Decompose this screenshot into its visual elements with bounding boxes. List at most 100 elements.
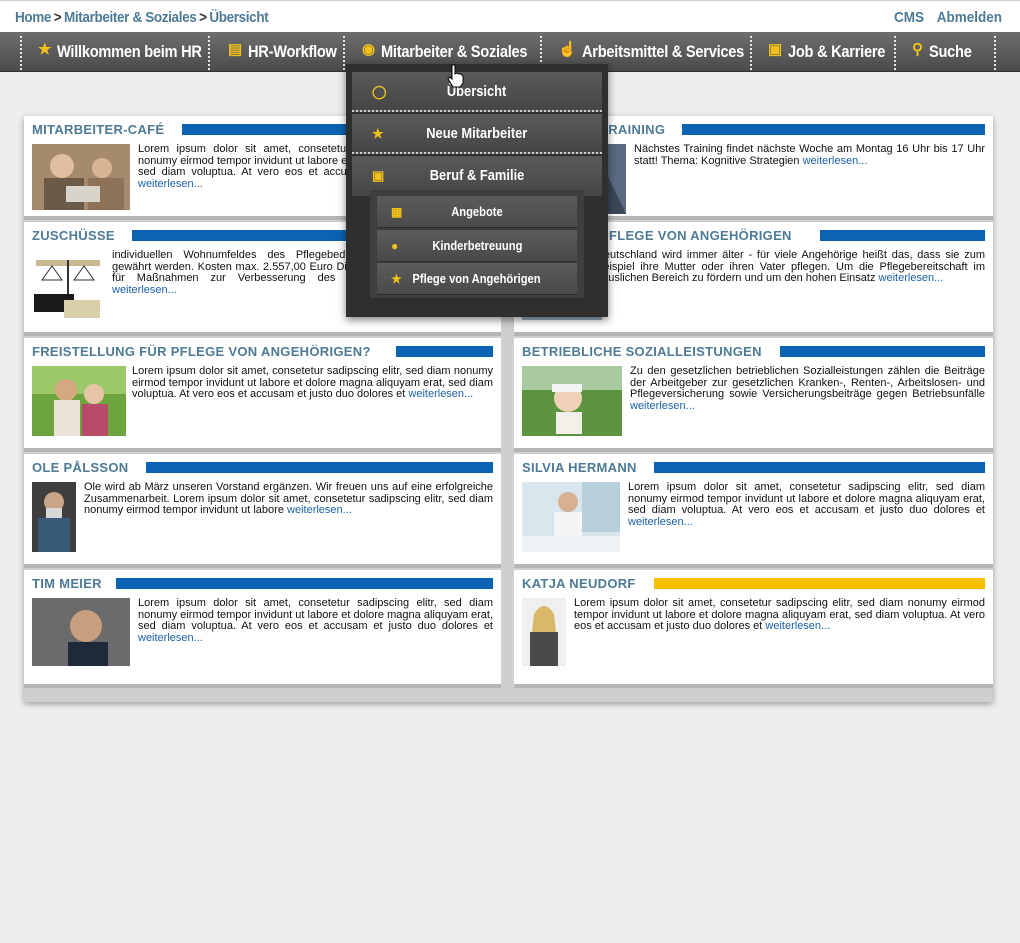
submenu-label: Pflege von Angehörigen bbox=[412, 271, 542, 286]
card-title-bar bbox=[396, 346, 493, 357]
group-icon: ★ bbox=[38, 41, 52, 58]
card-text: Zu den gesetzlichen betrieblichen Sozial… bbox=[630, 365, 985, 412]
nav-label: Mitarbeiter & Soziales bbox=[380, 42, 528, 61]
card-text: Ole wird ab März unseren Vorstand ergänz… bbox=[84, 481, 493, 517]
card-text: Deutschland wird immer älter - für viele… bbox=[596, 249, 985, 285]
nav-label: HR-Workflow bbox=[247, 42, 337, 61]
nav-item-suche[interactable]: ⚲ Suche bbox=[912, 32, 978, 72]
card-freistellung: FREISTELLUNG FÜR PFLEGE VON ANGEHÖRIGEN?… bbox=[24, 338, 501, 452]
nav-item-willkommen[interactable]: ★ Willkommen beim HR bbox=[38, 32, 225, 72]
submenu-label: Kinderbetreuung bbox=[431, 238, 523, 253]
card-title-bar bbox=[114, 578, 493, 589]
card-ole-palsson: OLE PÅLSSON Ole wird ab März unseren Vor… bbox=[24, 454, 501, 568]
nav-separator bbox=[208, 36, 210, 70]
top-bar: Home > Mitarbeiter & Soziales > Übersicht CM… bbox=[0, 0, 1020, 32]
card-title: ZUSCHÜSSE bbox=[32, 228, 129, 243]
nav-separator bbox=[343, 36, 345, 70]
card-title: FREISTELLUNG FÜR PFLEGE VON ANGEHÖRIGEN? bbox=[32, 344, 385, 359]
card-title: TIM MEIER bbox=[32, 576, 116, 591]
document-icon: ▤ bbox=[228, 41, 242, 58]
read-more-link[interactable]: weiterlesen... bbox=[138, 178, 203, 190]
read-more-link[interactable]: weiterlesen... bbox=[287, 504, 352, 516]
card-title-bar bbox=[820, 230, 985, 241]
nav-label: Arbeitsmittel & Services bbox=[582, 42, 745, 61]
family-photo bbox=[32, 366, 126, 436]
dropdown-item-uebersicht[interactable]: ◯ Übersicht bbox=[352, 72, 602, 112]
card-silvia-hermann: SILVIA HERMANN Lorem ipsum dolor sit ame… bbox=[514, 454, 993, 568]
breadcrumb: Home > Mitarbeiter & Soziales > Übersicht bbox=[15, 9, 269, 26]
card-text: Lorem ipsum dolor sit amet, consetetur s… bbox=[138, 597, 493, 644]
read-more-link[interactable]: weiterlesen... bbox=[879, 272, 944, 284]
card-katja-neudorf: KATJA NEUDORF Lorem ipsum dolor sit amet… bbox=[514, 570, 993, 688]
scales-photo bbox=[32, 250, 104, 322]
card-title: OLE PÅLSSON bbox=[32, 460, 143, 475]
card-title-bar bbox=[780, 346, 985, 357]
breadcrumb-separator: > bbox=[199, 9, 207, 26]
card-tim-meier: TIM MEIER Lorem ipsum dolor sit amet, co… bbox=[24, 570, 501, 688]
card-body: Lorem ipsum dolor sit amet, consetetur s… bbox=[138, 597, 493, 633]
card-title: KATJA NEUDORF bbox=[522, 576, 650, 591]
nav-separator bbox=[750, 36, 752, 70]
katja-portrait bbox=[522, 598, 566, 666]
tim-portrait bbox=[32, 598, 130, 666]
silvia-portrait bbox=[522, 482, 620, 552]
dropdown-label: Neue Mitarbeiter bbox=[426, 125, 528, 142]
card-text: Lorem ipsum dolor sit amet, consetetur s… bbox=[628, 481, 985, 528]
card-title: PFLEGE VON ANGEHÖRIGEN bbox=[600, 228, 806, 243]
read-more-link[interactable]: weiterlesen... bbox=[408, 388, 473, 400]
group-icon: ★ bbox=[372, 126, 384, 141]
nav-separator bbox=[20, 36, 22, 70]
read-more-link[interactable]: weiterlesen... bbox=[138, 632, 203, 644]
nav-label: Suche bbox=[928, 42, 972, 61]
nav-separator bbox=[994, 36, 996, 70]
card-body: Lorem ipsum dolor sit amet, consetetur s… bbox=[628, 481, 985, 517]
nav-label: Job & Karriere bbox=[787, 42, 886, 61]
card-title-bar bbox=[654, 578, 985, 589]
card-title: SILVIA HERMANN bbox=[522, 460, 651, 475]
submenu-item-angebote[interactable]: ▦ Angebote bbox=[377, 196, 577, 228]
read-more-link[interactable]: weiterlesen... bbox=[803, 155, 868, 167]
nav-item-hr-workflow[interactable]: ▤ HR-Workflow bbox=[228, 32, 351, 72]
breadcrumb-mitarbeiter[interactable]: Mitarbeiter & Soziales bbox=[64, 9, 197, 26]
submenu-item-kinderbetreuung[interactable]: ● Kinderbetreuung bbox=[377, 230, 577, 262]
card-title-bar bbox=[682, 124, 985, 135]
card-text: Nächstes Training findet nächste Woche a… bbox=[634, 143, 985, 167]
id-card-icon: ▣ bbox=[768, 41, 782, 58]
breadcrumb-separator: > bbox=[53, 9, 62, 26]
read-more-link[interactable]: weiterlesen... bbox=[630, 400, 695, 412]
read-more-link[interactable]: weiterlesen... bbox=[765, 620, 830, 632]
logout-link[interactable]: Abmelden bbox=[937, 9, 1002, 26]
lightbulb-icon: ◯ bbox=[372, 84, 387, 99]
breadcrumb-home[interactable]: Home bbox=[15, 9, 51, 26]
calendar-icon: ▦ bbox=[391, 205, 403, 219]
target-icon: ◉ bbox=[362, 41, 375, 58]
submenu-label: Angebote bbox=[451, 204, 503, 219]
submenu-item-pflege[interactable]: ★ Pflege von Angehörigen bbox=[377, 263, 577, 295]
card-title-bar bbox=[146, 462, 493, 473]
person-icon: ● bbox=[391, 239, 399, 253]
card-text: Lorem ipsum dolor sit amet, consetetur s… bbox=[574, 597, 985, 633]
card-title-bar bbox=[654, 462, 985, 473]
ole-portrait bbox=[32, 482, 76, 552]
card-text: Lorem ipsum dolor sit amet, consetetur s… bbox=[132, 365, 493, 401]
card-title: BETRIEBLICHE SOZIALLEISTUNGEN bbox=[522, 344, 776, 359]
read-more-link[interactable]: weiterlesen... bbox=[112, 284, 177, 296]
nav-label: Willkommen beim HR bbox=[57, 42, 202, 61]
card-body: Zu den gesetzlichen betrieblichen Sozial… bbox=[630, 365, 985, 401]
group-icon: ★ bbox=[391, 272, 402, 286]
dropdown-item-neue-mitarbeiter[interactable]: ★ Neue Mitarbeiter bbox=[352, 114, 602, 154]
baby-photo bbox=[522, 366, 622, 436]
search-icon: ⚲ bbox=[912, 41, 923, 58]
top-links: CMS Abmelden bbox=[885, 9, 1002, 26]
hand-cursor-icon bbox=[447, 64, 464, 88]
card-betriebliche-sozialleistungen: BETRIEBLICHE SOZIALLEISTUNGEN Zu den ges… bbox=[514, 338, 993, 452]
cafe-photo bbox=[32, 144, 130, 210]
thumbs-up-icon: ☝ bbox=[558, 41, 577, 58]
cms-link[interactable]: CMS bbox=[894, 9, 924, 26]
card-title: MITARBEITER-CAFÉ bbox=[32, 122, 179, 137]
breadcrumb-current[interactable]: Übersicht bbox=[209, 9, 268, 26]
nav-separator bbox=[894, 36, 896, 70]
read-more-link[interactable]: weiterlesen... bbox=[628, 516, 693, 528]
card-title: TRAINING bbox=[600, 122, 680, 137]
nav-item-job-karriere[interactable]: ▣ Job & Karriere bbox=[768, 32, 901, 72]
